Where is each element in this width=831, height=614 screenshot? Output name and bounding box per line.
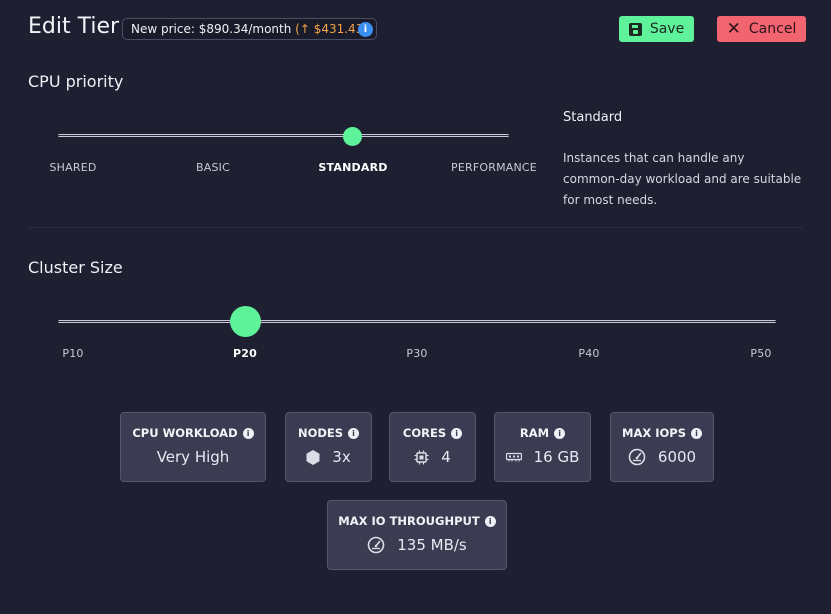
cluster-option-p10[interactable]: P10 <box>62 347 83 360</box>
max-iops-card: MAX IOPS i 6000 <box>610 412 714 482</box>
cluster-size-slider-thumb[interactable] <box>230 306 261 337</box>
cpu-option-basic[interactable]: BASIC <box>196 161 230 174</box>
ram-value: 16 GB <box>533 448 580 466</box>
save-button[interactable]: Save <box>619 16 694 42</box>
max-iops-value: 6000 <box>657 448 697 466</box>
info-icon[interactable]: i <box>242 427 254 439</box>
cpu-description-title: Standard <box>563 110 623 125</box>
cpu-option-performance[interactable]: PERFORMANCE <box>451 161 537 174</box>
hexagon-icon <box>306 449 320 465</box>
cluster-option-p30[interactable]: P30 <box>406 347 427 360</box>
gauge-icon <box>628 448 646 466</box>
cpu-priority-title: CPU priority <box>28 72 124 91</box>
cpu-workload-label: CPU WORKLOAD <box>132 426 238 440</box>
cpu-workload-value: Very High <box>156 448 230 466</box>
price-badge: New price: $890.34/month (↑ $431.43) <box>122 18 378 40</box>
info-icon[interactable]: i <box>554 427 566 439</box>
cluster-option-p40[interactable]: P40 <box>578 347 599 360</box>
cancel-button[interactable]: ✕ Cancel <box>717 16 806 42</box>
nodes-card: NODES i 3x <box>285 412 372 482</box>
cpu-workload-card: CPU WORKLOAD i Very High <box>120 412 266 482</box>
info-icon[interactable]: i <box>451 427 463 439</box>
cores-label: CORES <box>402 426 447 440</box>
nodes-value: 3x <box>332 448 351 466</box>
nodes-label: NODES <box>297 426 344 440</box>
cpu-chip-icon <box>414 450 429 464</box>
cluster-size-slider-track[interactable] <box>58 320 776 323</box>
info-icon[interactable]: i <box>690 427 702 439</box>
gauge-icon <box>367 536 385 554</box>
max-io-throughput-value: 135 MB/s <box>397 536 467 554</box>
info-icon[interactable]: i <box>484 515 496 527</box>
max-iops-label: MAX IOPS <box>622 426 686 440</box>
max-io-throughput-label: MAX IO THROUGHPUT <box>338 514 480 528</box>
cluster-option-p20[interactable]: P20 <box>233 347 257 360</box>
section-divider <box>28 227 803 228</box>
ram-card: RAM i 16 GB <box>494 412 591 482</box>
ram-label: RAM <box>519 426 550 440</box>
memory-icon <box>505 452 522 462</box>
cpu-priority-slider-track[interactable] <box>58 134 509 137</box>
new-price-text: New price: $890.34/month <box>131 22 292 36</box>
save-label: Save <box>649 21 685 37</box>
cores-value: 4 <box>441 448 451 466</box>
info-icon[interactable]: i <box>358 22 373 37</box>
cancel-label: Cancel <box>748 21 797 37</box>
cluster-size-title: Cluster Size <box>28 258 123 277</box>
info-icon[interactable]: i <box>348 427 360 439</box>
cpu-description-text: Instances that can handle any common-day… <box>563 151 802 207</box>
cpu-priority-slider-thumb[interactable] <box>343 127 362 146</box>
cpu-option-shared[interactable]: SHARED <box>49 161 96 174</box>
close-icon: ✕ <box>726 19 741 39</box>
cores-card: CORES i 4 <box>389 412 476 482</box>
max-io-throughput-card: MAX IO THROUGHPUT i 135 MB/s <box>327 500 507 570</box>
page-title: Edit Tier <box>28 14 120 39</box>
cpu-option-standard[interactable]: STANDARD <box>318 161 387 174</box>
floppy-disk-icon <box>628 22 642 36</box>
cluster-option-p50[interactable]: P50 <box>750 347 771 360</box>
